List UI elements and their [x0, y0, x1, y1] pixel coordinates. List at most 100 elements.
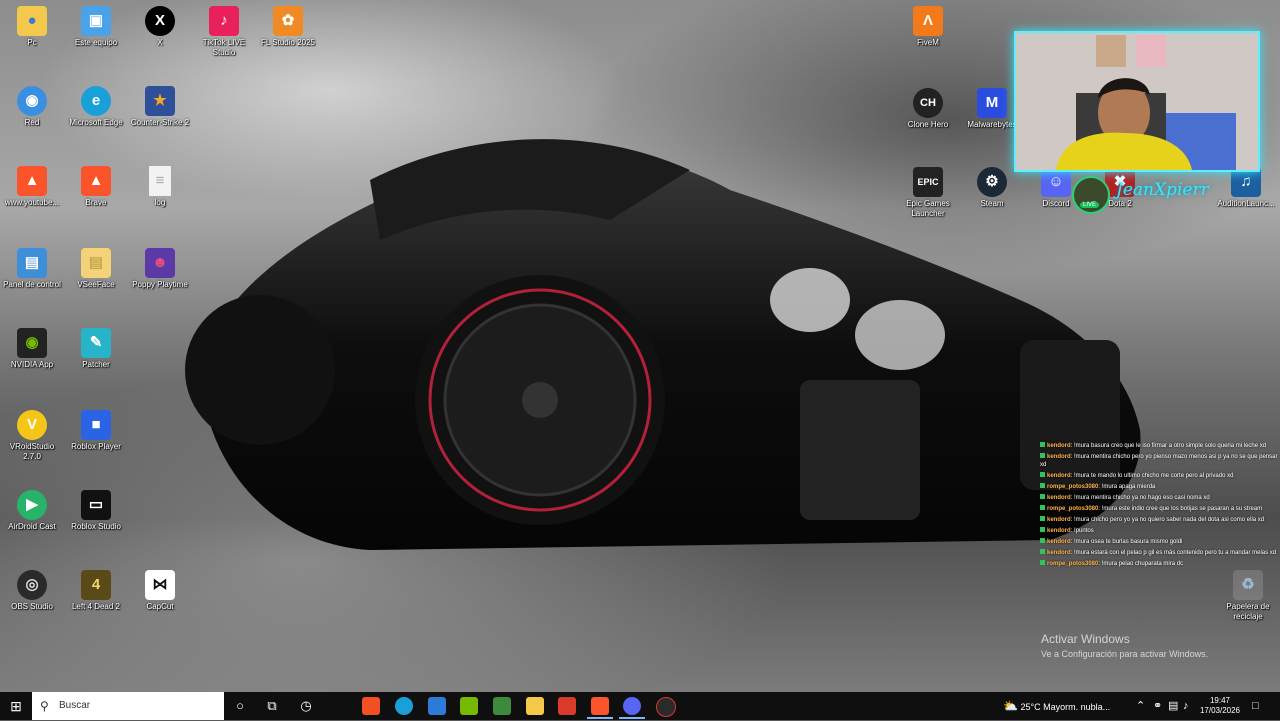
- cortana-button[interactable]: ○: [228, 692, 252, 720]
- streamer-name: JeanXpierr: [1116, 180, 1209, 200]
- activate-windows-subtitle: Ve a Configuración para activar Windows.: [1041, 649, 1209, 659]
- task-view-button[interactable]: ⧉: [260, 692, 284, 720]
- chat-badge-icon: [1040, 560, 1045, 565]
- desktop-icon-clone-hero[interactable]: CH Clone Hero: [896, 88, 960, 130]
- desktop-icon-x[interactable]: X X: [128, 6, 192, 48]
- desktop-icon-pc[interactable]: ● Pc: [0, 6, 64, 48]
- fl-studio-icon: ✿: [273, 6, 303, 36]
- app-red-icon[interactable]: [558, 697, 576, 715]
- recycle-bin-icon: ♻: [1233, 570, 1263, 600]
- desktop-icon-patcher[interactable]: ✎ Patcher: [64, 328, 128, 370]
- clock-date: 17/03/2026: [1199, 706, 1241, 715]
- circle-icon: ○: [236, 698, 244, 713]
- x-logo-icon: X: [145, 6, 175, 36]
- desktop-icon-recycle-bin[interactable]: ♻ Papelera de reciclaje: [1216, 570, 1280, 622]
- desktop-icon-este-equipo[interactable]: ▣ Este equipo: [64, 6, 128, 48]
- chat-badge-icon: [1040, 527, 1045, 532]
- desktop-icon-fivem[interactable]: Λ FiveM: [896, 6, 960, 48]
- chat-badge-icon: [1040, 453, 1045, 458]
- discord-overlay-icon[interactable]: [623, 697, 641, 715]
- desktop-icon-counter-strike[interactable]: ★ Counter-Strike 2: [128, 86, 192, 128]
- desktop-icon-epic-games[interactable]: EPIC Epic Games Launcher: [896, 167, 960, 219]
- brave-icon: ▲: [81, 166, 111, 196]
- desktop-icon-nvidia-app[interactable]: ◉ NVIDIA App: [0, 328, 64, 370]
- terminal-icon[interactable]: [493, 697, 511, 715]
- desktop-icon-fl-studio[interactable]: ✿ FL Studio 2025: [256, 6, 320, 48]
- chat-message: kendord: !mura estará con el pelao p gil…: [1040, 549, 1278, 557]
- desktop-icon-audition-launcher[interactable]: ♫ AuditionLaunc...: [1214, 167, 1278, 209]
- desktop-icon-panel-de-control[interactable]: ▤ Panel de control: [0, 248, 64, 290]
- chat-badge-icon: [1040, 516, 1045, 521]
- activate-windows-title: Activar Windows: [1041, 632, 1130, 646]
- chat-message: kendord: !mura basura creo que le iso fi…: [1040, 442, 1278, 450]
- chat-badge-icon: [1040, 505, 1045, 510]
- desktop-icon-roblox-studio[interactable]: ▭ Roblox Studio: [64, 490, 128, 532]
- volume-icon[interactable]: ♪: [1183, 692, 1189, 720]
- active-app-indicator: [587, 717, 613, 719]
- weather-widget[interactable]: ⛅ 25°C Mayorm. nubla...: [1003, 692, 1110, 720]
- chat-badge-icon: [1040, 538, 1045, 543]
- task-view-icon: ⧉: [267, 698, 277, 713]
- chevron-up-icon[interactable]: ⌃: [1136, 692, 1145, 720]
- chat-badge-icon: [1040, 549, 1045, 554]
- desktop-icon-youtube-shortcut[interactable]: ▲ www.youtube...: [0, 166, 64, 208]
- tiktok-live-icon: ♪: [209, 6, 239, 36]
- roblox-studio-icon: ▭: [81, 490, 111, 520]
- chat-message: kendord: !mura osea te burlas basura mis…: [1040, 538, 1278, 546]
- chat-message: kendord: !puntos: [1040, 527, 1278, 535]
- desktop-icon-brave[interactable]: ▲ Brave: [64, 166, 128, 208]
- desktop-icon-log[interactable]: ≡ log: [128, 166, 192, 208]
- steam-icon: ⚙: [977, 167, 1007, 197]
- network-tray-icon[interactable]: ▤: [1168, 692, 1178, 720]
- desktop-icon-tiktok-live-studio[interactable]: ♪ TikTok LIVE Studio: [192, 6, 256, 58]
- desktop-icon-steam[interactable]: ⚙ Steam: [960, 167, 1024, 209]
- desktop-icon-airdroid-cast[interactable]: ▶ AirDroid Cast: [0, 490, 64, 532]
- brave-icon[interactable]: [591, 697, 609, 715]
- desktop-icon-left-4-dead-2[interactable]: 4 Left 4 Dead 2: [64, 570, 128, 612]
- desktop-icon-capcut[interactable]: ⋈ CapCut: [128, 570, 192, 612]
- taskbar-search-box[interactable]: ⚲ Buscar: [32, 692, 224, 720]
- microsoft-store-icon[interactable]: [362, 697, 380, 715]
- left4dead-icon: 4: [81, 570, 111, 600]
- chat-message: kendord: !mura mentira chicho pero yo pi…: [1040, 453, 1278, 468]
- obs-icon[interactable]: [656, 697, 676, 717]
- mail-icon[interactable]: [428, 697, 446, 715]
- desktop-icon-microsoft-edge[interactable]: e Microsoft Edge: [64, 86, 128, 128]
- desktop-icon-obs-studio[interactable]: ◎ OBS Studio: [0, 570, 64, 612]
- activate-windows-watermark: Activar Windows Ve a Configuración para …: [1041, 632, 1208, 659]
- webcam-overlay: [1014, 31, 1260, 172]
- windows-logo-icon: ⊞: [10, 698, 22, 714]
- text-file-icon: ≡: [149, 166, 171, 196]
- chat-overlay: kendord: !mura basura creo que le iso fi…: [1040, 442, 1278, 571]
- edge-icon: e: [81, 86, 111, 116]
- chat-badge-icon: [1040, 442, 1045, 447]
- nvidia-icon[interactable]: [460, 697, 478, 715]
- desktop-icon-poppy-playtime[interactable]: ☻ Poppy Playtime: [128, 248, 192, 290]
- search-placeholder: Buscar: [59, 700, 91, 711]
- streamer-avatar: [1072, 176, 1110, 214]
- notifications-icon[interactable]: □: [1252, 692, 1259, 720]
- taskbar: ⊞ ⚲ Buscar ○ ⧉ ◷ ⛅ 25°C Mayorm. nubla...…: [0, 692, 1280, 720]
- speedometer-icon: ◷: [300, 698, 312, 713]
- file-explorer-icon[interactable]: [526, 697, 544, 715]
- counter-strike-icon: ★: [145, 86, 175, 116]
- microphone-icon[interactable]: ⚭: [1153, 692, 1162, 720]
- roblox-player-icon: ■: [81, 410, 111, 440]
- fivem-icon: Λ: [913, 6, 943, 36]
- desktop-icon-red[interactable]: ◉ Red: [0, 86, 64, 128]
- desktop-icon-roblox-player[interactable]: ■ Roblox Player: [64, 410, 128, 452]
- webcam-feed-image: [1016, 33, 1258, 170]
- clone-hero-icon: CH: [913, 88, 943, 118]
- airdroid-cast-icon: ▶: [17, 490, 47, 520]
- desktop-icon-vseeface[interactable]: ▤ VSeeFace: [64, 248, 128, 290]
- desktop-icon-vroid-studio[interactable]: V VRoidStudio 2.7.0: [0, 410, 64, 462]
- chat-badge-icon: [1040, 494, 1045, 499]
- chat-message: rompe_potos3080: !mura este indio cree q…: [1040, 505, 1278, 513]
- taskbar-app-speedometer[interactable]: ◷: [294, 692, 318, 720]
- network-icon: ◉: [17, 86, 47, 116]
- system-clock[interactable]: 19:47 17/03/2026: [1196, 696, 1244, 716]
- active-app-indicator: [619, 717, 645, 719]
- chat-badge-icon: [1040, 483, 1045, 488]
- start-button[interactable]: ⊞: [0, 692, 32, 720]
- edge-icon[interactable]: [395, 697, 413, 715]
